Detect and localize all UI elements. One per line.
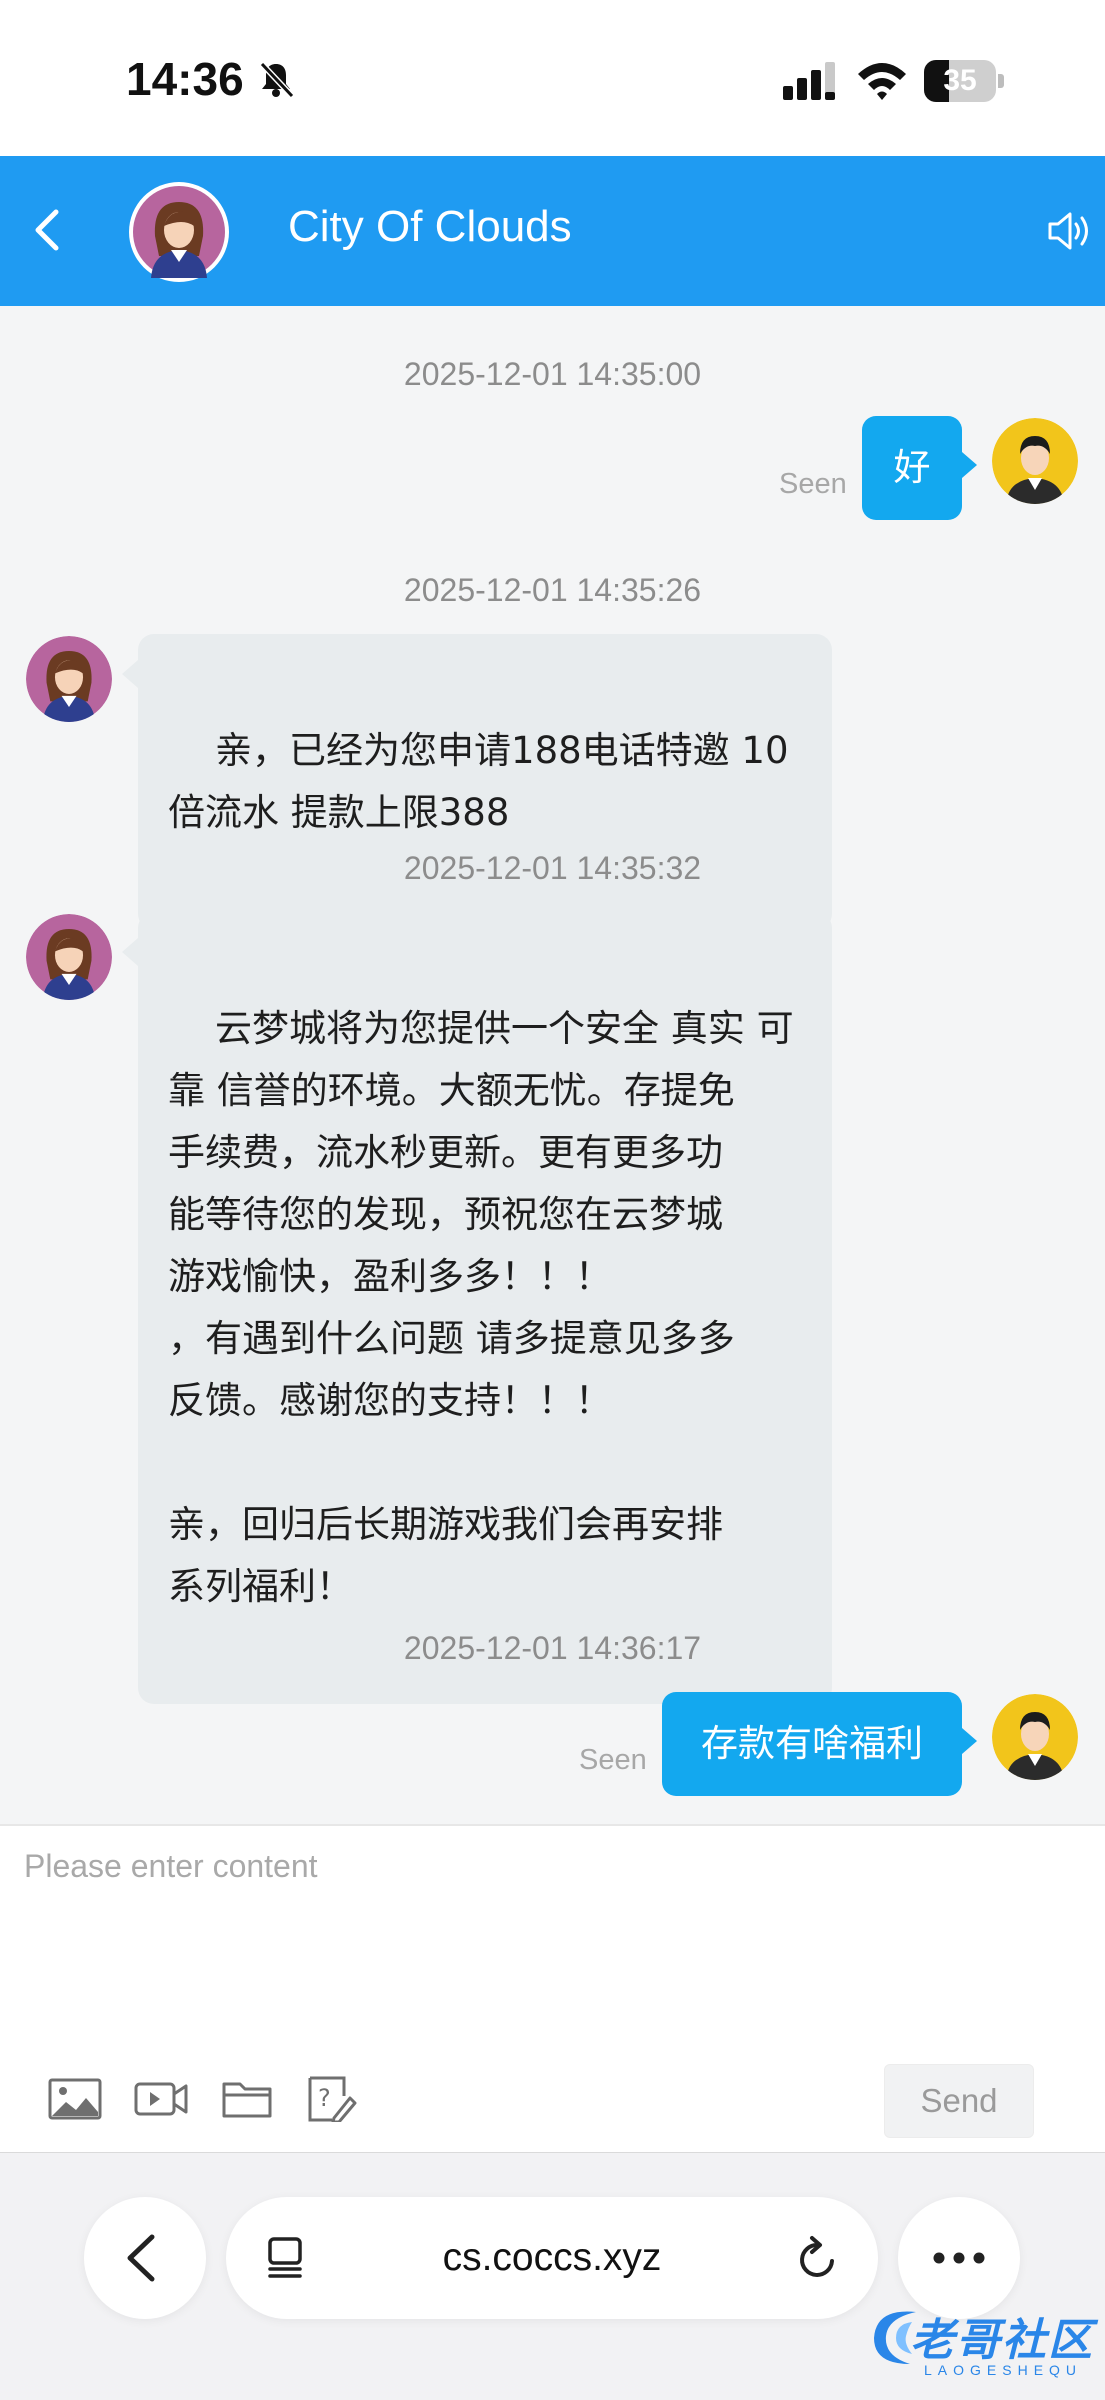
status-time: 14:36 xyxy=(126,53,244,105)
user-portrait-icon xyxy=(992,418,1078,504)
cellular-signal-icon xyxy=(783,62,835,100)
watermark-subtext: LAOGESHEQU xyxy=(924,2362,1083,2378)
message-timestamp: 2025-12-01 14:35:32 xyxy=(403,850,702,886)
chat-header: City Of Clouds xyxy=(0,156,1105,306)
message-text: 云梦城将为您提供一个安全 真实 可 靠 信誉的环境。大额无忧。存提免 手续费，流… xyxy=(168,1007,794,1608)
video-icon[interactable] xyxy=(134,2076,188,2122)
url-text: cs.coccs.xyz xyxy=(442,2236,662,2279)
message-list[interactable]: 2025-12-01 14:35:00 Seen 好 2025-12-01 14… xyxy=(0,306,1105,1824)
chat-title: City Of Clouds xyxy=(288,202,572,251)
user-avatar[interactable] xyxy=(992,1694,1078,1780)
agent-avatar[interactable] xyxy=(26,914,112,1000)
address-bar[interactable]: cs.coccs.xyz xyxy=(226,2197,878,2319)
tab-overview-icon[interactable] xyxy=(262,2235,308,2281)
agent-portrait-icon xyxy=(26,636,112,722)
seen-status: Seen xyxy=(579,1744,647,1776)
user-portrait-icon xyxy=(992,1694,1078,1780)
user-avatar[interactable] xyxy=(992,418,1078,504)
folder-icon[interactable] xyxy=(220,2076,274,2122)
message-timestamp: 2025-12-01 14:35:00 xyxy=(403,356,702,392)
battery-percent: 35 xyxy=(943,64,977,97)
message-timestamp: 2025-12-01 14:36:17 xyxy=(403,1630,702,1666)
message-text: 亲，已经为您申请188电话特邀 10 倍流水 提款上限388 xyxy=(168,729,789,834)
outgoing-message-bubble[interactable]: 好 xyxy=(862,416,977,520)
svg-text:?: ? xyxy=(318,2084,331,2112)
seen-status: Seen xyxy=(779,468,847,500)
reload-icon[interactable] xyxy=(794,2233,842,2283)
question-edit-icon[interactable]: ? xyxy=(304,2076,358,2122)
browser-back-button[interactable] xyxy=(84,2197,206,2319)
watermark-text: 老哥社区 xyxy=(910,2315,1094,2366)
incoming-message-bubble[interactable]: 云梦城将为您提供一个安全 真实 可 靠 信誉的环境。大额无忧。存提免 手续费，流… xyxy=(122,912,832,1704)
watermark-logo: 老哥社区 LAOGESHEQU xyxy=(866,2298,1096,2390)
outgoing-message-bubble[interactable]: 存款有啥福利 xyxy=(662,1692,977,1796)
message-timestamp: 2025-12-01 14:35:26 xyxy=(403,572,702,608)
chevron-left-icon xyxy=(127,2234,155,2282)
agent-avatar[interactable] xyxy=(26,636,112,722)
speaker-icon[interactable] xyxy=(1044,206,1094,256)
bell-muted-icon xyxy=(259,61,295,99)
image-icon[interactable] xyxy=(48,2076,102,2122)
message-text: 存款有啥福利 xyxy=(701,1722,923,1765)
agent-avatar[interactable] xyxy=(129,182,229,282)
battery-icon: 35 xyxy=(924,60,1004,102)
send-button[interactable]: Send xyxy=(884,2064,1034,2138)
message-composer: ? Send xyxy=(0,1824,1105,2152)
status-bar: 14:36 35 xyxy=(0,0,1105,156)
agent-portrait-icon xyxy=(26,914,112,1000)
wifi-icon xyxy=(858,63,906,100)
agent-portrait-icon xyxy=(133,186,225,278)
back-arrow-icon[interactable] xyxy=(20,200,80,260)
message-input[interactable] xyxy=(24,1848,1084,2048)
message-text: 好 xyxy=(893,446,931,489)
